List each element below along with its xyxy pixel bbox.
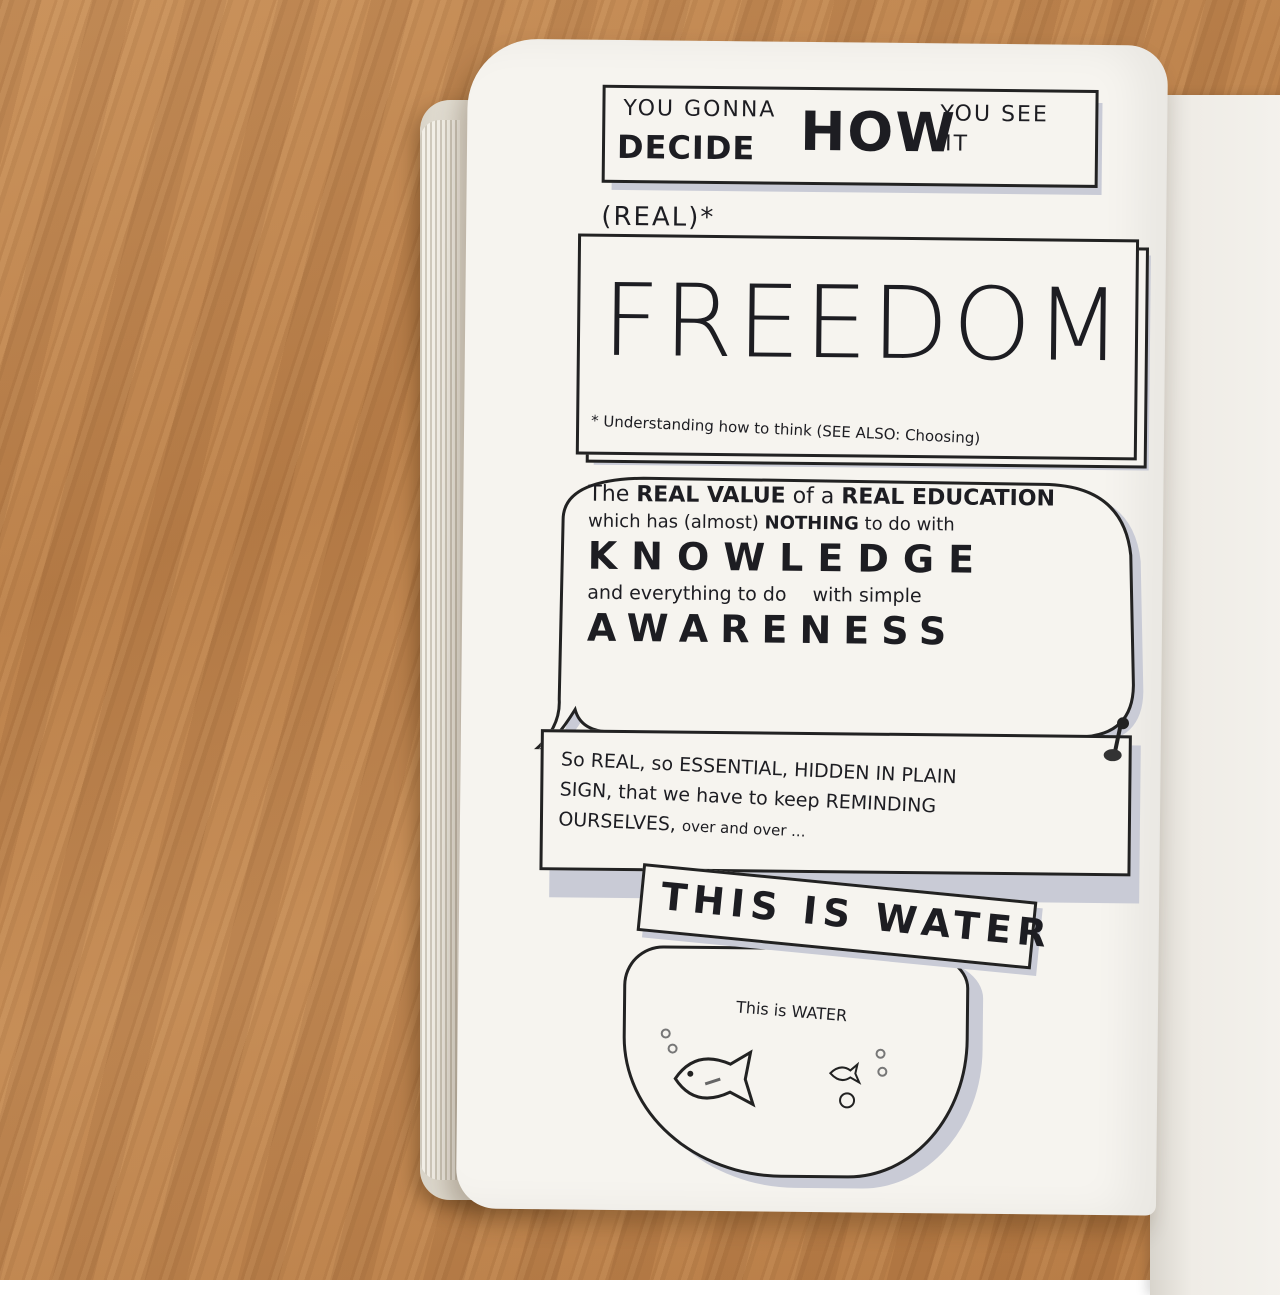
bubble-line2-a: which has (almost) bbox=[587, 510, 759, 534]
heading-box: YOU GONNA DECIDE HOW YOU SEE IT bbox=[601, 84, 1099, 188]
heading-it: IT bbox=[944, 131, 970, 157]
air-bubble-icon bbox=[875, 1048, 886, 1059]
bubble-line4-b: with simple bbox=[812, 584, 922, 608]
small-fish-icon bbox=[828, 1061, 862, 1109]
bubble-line1-d: REAL EDUCATION bbox=[841, 484, 1056, 512]
heading-you-see: YOU SEE bbox=[940, 101, 1049, 128]
facing-page bbox=[1150, 95, 1280, 1295]
bubble-line4-a: and everything to do bbox=[587, 581, 787, 606]
fishbowl: This is WATER bbox=[621, 945, 970, 1180]
air-bubble-icon bbox=[667, 1043, 678, 1054]
bubble-awareness: AWARENESS bbox=[586, 605, 959, 654]
bubble-line1-a: The bbox=[588, 481, 630, 508]
real-note: (REAL)* bbox=[601, 201, 716, 233]
bubble-line2-b: NOTHING bbox=[764, 512, 859, 535]
bubble-line1-c: of a bbox=[792, 483, 835, 510]
big-fish-icon bbox=[673, 1049, 756, 1108]
freedom-footnote: * Understanding how to think (SEE ALSO: … bbox=[590, 411, 981, 448]
reminder-line3-b: over and over ... bbox=[681, 816, 806, 841]
reminder-line3-a: OURSELVES, bbox=[557, 808, 677, 836]
bubble-line2-c: to do with bbox=[864, 513, 955, 536]
bubble-text: The REAL VALUE of a REAL EDUCATION which… bbox=[587, 482, 1149, 656]
freedom-box: (REAL)* FREEDOM * Understanding how to t… bbox=[575, 202, 1140, 461]
bowl-caption: This is WATER bbox=[735, 997, 848, 1026]
heading-you-gonna: YOU GONNA bbox=[623, 95, 777, 123]
page-edges bbox=[420, 120, 460, 1180]
air-bubble-icon bbox=[877, 1066, 888, 1077]
reminder-box: So REAL, so ESSENTIAL, HIDDEN IN PLAIN S… bbox=[539, 729, 1132, 877]
bubble-line1-b: REAL VALUE bbox=[636, 482, 786, 509]
heading-how: HOW bbox=[799, 99, 958, 165]
freedom-title: FREEDOM bbox=[601, 261, 1127, 385]
heading-decide: DECIDE bbox=[616, 127, 756, 168]
bubble-knowledge: KNOWLEDGE bbox=[587, 533, 989, 582]
pushpin-icon bbox=[1103, 717, 1130, 762]
air-bubble-icon bbox=[660, 1028, 671, 1039]
sketchbook-page: YOU GONNA DECIDE HOW YOU SEE IT (REAL)* … bbox=[455, 38, 1169, 1216]
